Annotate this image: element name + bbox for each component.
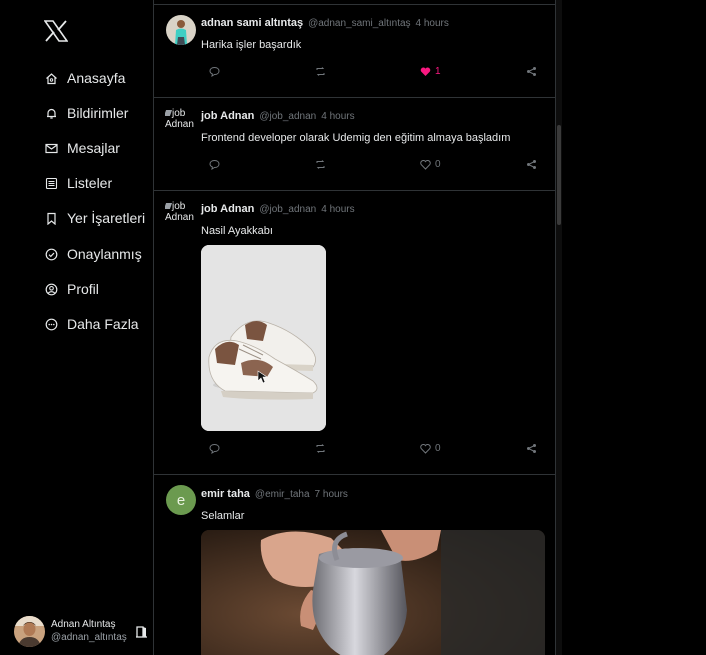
nav-label: Mesajlar bbox=[67, 140, 120, 156]
heart-icon bbox=[420, 443, 431, 454]
mail-icon bbox=[45, 142, 58, 155]
nav-label: Anasayfa bbox=[67, 70, 126, 86]
heart-filled-icon bbox=[420, 66, 431, 77]
tweet-time: 7 hours bbox=[314, 489, 348, 500]
tweet-actions: 0 bbox=[154, 443, 555, 457]
author-handle[interactable]: @emir_taha bbox=[255, 489, 310, 500]
retweet-icon bbox=[315, 443, 326, 454]
author-name[interactable]: emir taha bbox=[201, 488, 250, 500]
nav-label: Bildirimler bbox=[67, 105, 129, 121]
tweet-header: job Adnan @job_adnan 4 hours bbox=[201, 110, 355, 122]
list-icon bbox=[45, 177, 58, 190]
nav-label: Listeler bbox=[67, 175, 113, 191]
like-button[interactable]: 0 bbox=[420, 443, 441, 454]
bell-icon bbox=[45, 107, 58, 120]
bookmark-icon bbox=[45, 212, 58, 225]
tweet-text: Frontend developer olarak Udemig den eği… bbox=[201, 132, 511, 144]
tweet[interactable]: e emir taha @emir_taha 7 hours Selamlar bbox=[154, 475, 555, 655]
nav-item-lists[interactable]: Listeler bbox=[45, 173, 112, 193]
retweet-button[interactable] bbox=[315, 66, 326, 77]
author-handle[interactable]: @job_adnan bbox=[259, 204, 316, 215]
share-icon bbox=[526, 66, 537, 77]
reply-button[interactable] bbox=[209, 66, 220, 77]
nav-label: Profil bbox=[67, 281, 99, 297]
avatar[interactable] bbox=[166, 15, 196, 45]
more-icon bbox=[45, 318, 58, 331]
verified-icon bbox=[45, 248, 58, 261]
share-button[interactable] bbox=[526, 443, 537, 454]
nav-item-bookmarks[interactable]: Yer İşaretleri bbox=[45, 208, 145, 228]
like-button[interactable]: 0 bbox=[420, 159, 441, 170]
tweet-header: emir taha @emir_taha 7 hours bbox=[201, 488, 348, 500]
author-handle[interactable]: @job_adnan bbox=[259, 111, 316, 122]
author-handle[interactable]: @adnan_sami_altıntaş bbox=[308, 18, 410, 29]
reply-button[interactable] bbox=[209, 443, 220, 454]
retweet-button[interactable] bbox=[315, 443, 326, 454]
retweet-icon bbox=[315, 159, 326, 170]
account-switcher[interactable]: Adnan Altıntaş @adnan_altıntaş bbox=[14, 615, 152, 647]
like-count: 0 bbox=[435, 159, 441, 170]
author-name[interactable]: adnan sami altıntaş bbox=[201, 17, 303, 29]
reply-icon bbox=[209, 66, 220, 77]
tweet-image[interactable] bbox=[201, 530, 545, 655]
author-name[interactable]: job Adnan bbox=[201, 203, 254, 215]
scrollbar-thumb[interactable] bbox=[557, 125, 561, 225]
feed: adnan sami altıntaş @adnan_sami_altıntaş… bbox=[153, 0, 556, 655]
profile-name: Adnan Altıntaş bbox=[51, 619, 116, 630]
like-count: 1 bbox=[435, 66, 441, 77]
share-icon bbox=[526, 443, 537, 454]
profile-icon bbox=[45, 283, 58, 296]
profile-handle: @adnan_altıntaş bbox=[51, 632, 127, 643]
reply-icon bbox=[209, 443, 220, 454]
retweet-icon bbox=[315, 66, 326, 77]
tweet[interactable]: adnan sami altıntaş @adnan_sami_altıntaş… bbox=[154, 5, 555, 98]
author-name[interactable]: job Adnan bbox=[201, 110, 254, 122]
share-button[interactable] bbox=[526, 159, 537, 170]
tweet-image[interactable] bbox=[201, 245, 326, 431]
nav-item-profile[interactable]: Profil bbox=[45, 279, 99, 299]
avatar bbox=[14, 615, 45, 647]
avatar[interactable]: e bbox=[166, 485, 196, 515]
tweet[interactable]: job Adnan job Adnan @job_adnan 4 hours F… bbox=[154, 98, 555, 191]
tweet-text: Selamlar bbox=[201, 510, 245, 522]
nav-label: Yer İşaretleri bbox=[67, 210, 146, 226]
tweet-actions: 1 bbox=[154, 66, 555, 80]
nav-item-notifications[interactable]: Bildirimler bbox=[45, 103, 128, 123]
sidebar: Anasayfa Bildirimler Mesajlar Listeler Y… bbox=[0, 0, 153, 655]
share-button[interactable] bbox=[526, 66, 537, 77]
reply-button[interactable] bbox=[209, 159, 220, 170]
logout-icon[interactable] bbox=[135, 625, 148, 638]
like-button[interactable]: 1 bbox=[420, 66, 441, 77]
tweet-time: 4 hours bbox=[415, 18, 449, 29]
tweet-text: Harika işler başardık bbox=[201, 39, 302, 51]
tweet-actions: 0 bbox=[154, 159, 555, 173]
nav-label: Daha Fazla bbox=[67, 316, 139, 332]
nav-item-messages[interactable]: Mesajlar bbox=[45, 138, 120, 158]
x-logo-icon[interactable] bbox=[43, 20, 69, 42]
broken-avatar-image[interactable]: job Adnan bbox=[165, 108, 199, 140]
share-icon bbox=[526, 159, 537, 170]
tweet[interactable]: job Adnan job Adnan @job_adnan 4 hours N… bbox=[154, 191, 555, 475]
tweet-time: 4 hours bbox=[321, 111, 355, 122]
nav-item-home[interactable]: Anasayfa bbox=[45, 68, 125, 88]
home-icon bbox=[45, 72, 58, 85]
like-count: 0 bbox=[435, 443, 441, 454]
nav-item-more[interactable]: Daha Fazla bbox=[45, 314, 139, 334]
right-panel bbox=[562, 0, 706, 655]
avatar-letter: e bbox=[176, 491, 186, 509]
tweet-header: job Adnan @job_adnan 4 hours bbox=[201, 203, 355, 215]
reply-icon bbox=[209, 159, 220, 170]
nav-label: Onaylanmış bbox=[67, 246, 142, 262]
heart-icon bbox=[420, 159, 431, 170]
broken-avatar-image[interactable]: job Adnan bbox=[165, 201, 199, 233]
tweet-text: Nasil Ayakkabı bbox=[201, 225, 273, 237]
tweet-header: adnan sami altıntaş @adnan_sami_altıntaş… bbox=[201, 17, 449, 29]
retweet-button[interactable] bbox=[315, 159, 326, 170]
nav-item-verified[interactable]: Onaylanmış bbox=[45, 244, 142, 264]
tweet-time: 4 hours bbox=[321, 204, 355, 215]
